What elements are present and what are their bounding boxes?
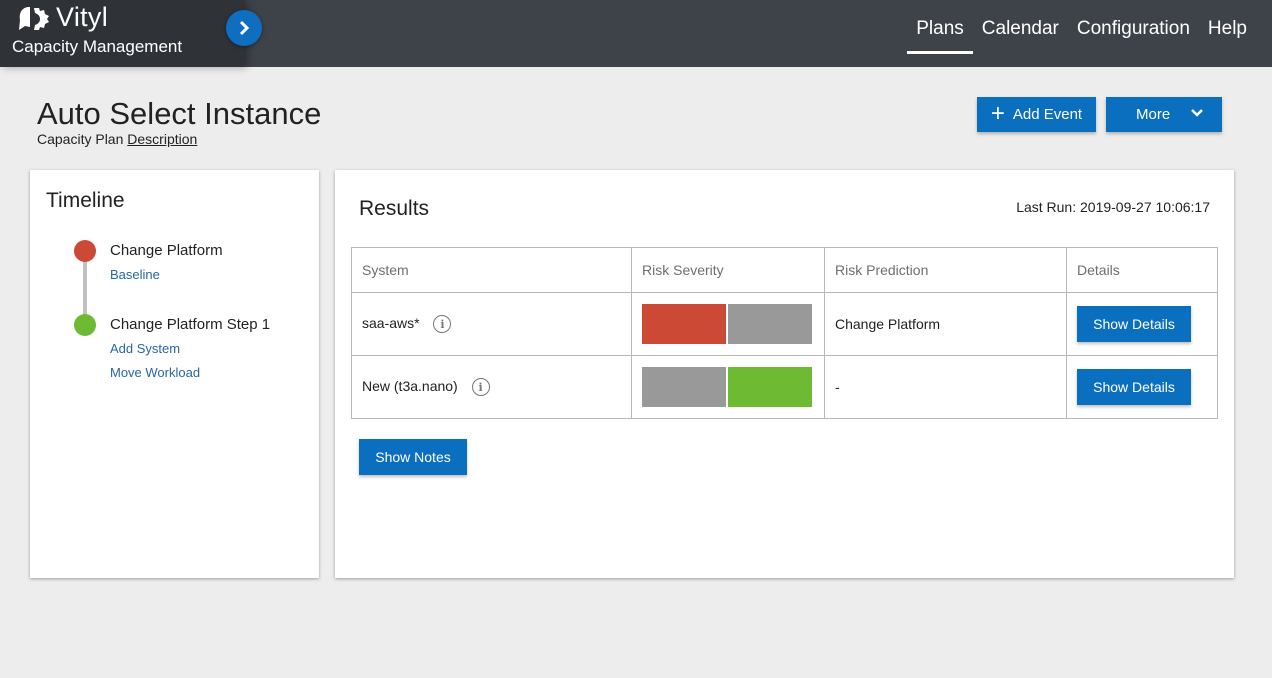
details-cell: Show Details [1066, 355, 1218, 419]
expand-sidebar-button[interactable] [226, 10, 262, 46]
top-navigation-bar: Vityl Capacity Management Plans Calendar… [0, 0, 1272, 67]
timeline-title: Timeline [46, 189, 125, 212]
more-dropdown-button[interactable]: More [1106, 97, 1222, 132]
column-header-system[interactable]: System [351, 247, 632, 293]
vityl-logo-icon [19, 7, 49, 30]
results-card: Results Last Run: 2019-09-27 10:06:17 Sy… [335, 170, 1234, 578]
severity-segment-future [728, 367, 812, 407]
timeline-link-add-system[interactable]: Add System [110, 341, 180, 356]
page-subtitle-prefix: Capacity Plan [37, 131, 124, 147]
description-link[interactable]: Description [127, 131, 197, 147]
timeline-status-dot-red [74, 240, 96, 262]
risk-prediction-cell: Change Platform [824, 292, 1067, 356]
risk-prediction-cell: - [824, 355, 1067, 419]
nav-calendar[interactable]: Calendar [973, 0, 1068, 54]
nav-configuration[interactable]: Configuration [1068, 0, 1199, 54]
info-icon[interactable]: i [471, 378, 490, 397]
add-event-label: Add Event [1012, 106, 1083, 123]
brand-panel: Vityl Capacity Management [0, 0, 244, 67]
show-details-button[interactable]: Show Details [1077, 369, 1191, 405]
page-title: Auto Select Instance [37, 96, 322, 131]
column-header-details[interactable]: Details [1066, 247, 1218, 293]
results-table: System Risk Severity Risk Prediction Det… [351, 247, 1218, 419]
show-details-button[interactable]: Show Details [1077, 306, 1191, 342]
brand-subtitle: Capacity Management [12, 37, 183, 56]
chevron-right-icon [239, 20, 250, 36]
main-nav: Plans Calendar Configuration Help [907, 0, 1256, 67]
timeline-status-dot-green [74, 314, 96, 336]
system-name: New (t3a.nano) [362, 377, 458, 394]
risk-severity-bar [642, 304, 814, 344]
chevron-down-icon [1191, 109, 1203, 117]
severity-segment-current [642, 304, 726, 344]
results-title: Results [359, 197, 430, 220]
severity-segment-future [728, 304, 812, 344]
timeline-link-baseline[interactable]: Baseline [110, 267, 160, 282]
timeline-event-title[interactable]: Change Platform Step 1 [110, 316, 270, 333]
risk-severity-bar [642, 367, 814, 407]
table-row: New (t3a.nano) i - Show Details [351, 355, 1218, 419]
nav-help[interactable]: Help [1199, 0, 1256, 54]
details-cell: Show Details [1066, 292, 1218, 356]
column-header-risk-prediction[interactable]: Risk Prediction [824, 247, 1067, 293]
brand-name: Vityl [56, 2, 109, 32]
system-cell: saa-aws* i [351, 292, 632, 356]
add-event-button[interactable]: + Add Event [977, 97, 1096, 132]
system-cell: New (t3a.nano) i [351, 355, 632, 419]
risk-severity-cell [631, 292, 825, 356]
more-label: More [1136, 106, 1171, 123]
severity-segment-current [642, 367, 726, 407]
table-header-row: System Risk Severity Risk Prediction Det… [351, 247, 1218, 293]
table-row: saa-aws* i Change Platform Show Details [351, 292, 1218, 356]
timeline-link-move-workload[interactable]: Move Workload [110, 365, 200, 380]
risk-severity-cell [631, 355, 825, 419]
column-header-risk-severity[interactable]: Risk Severity [631, 247, 825, 293]
timeline-card: Timeline Change Platform Baseline Change… [30, 170, 319, 578]
system-name: saa-aws* [362, 314, 420, 331]
plus-icon: + [990, 99, 1005, 127]
page-subtitle: Capacity Plan Description [37, 131, 197, 147]
info-icon[interactable]: i [433, 315, 452, 334]
last-run-timestamp: Last Run: 2019-09-27 10:06:17 [1016, 199, 1210, 215]
nav-plans[interactable]: Plans [907, 0, 973, 54]
timeline-event-title[interactable]: Change Platform [110, 242, 223, 259]
show-notes-button[interactable]: Show Notes [359, 439, 467, 475]
